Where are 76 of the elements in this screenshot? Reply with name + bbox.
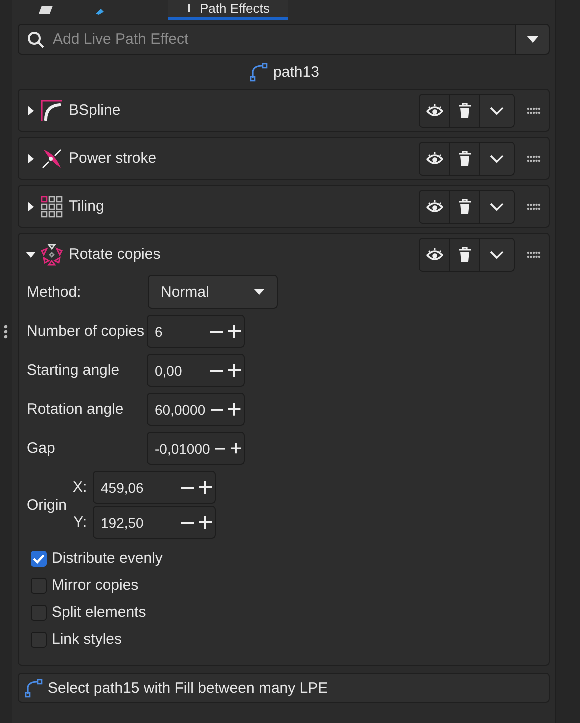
param-label: Rotation angle [27, 401, 125, 418]
caret-icon [526, 36, 538, 43]
trash-icon [458, 246, 472, 262]
checkbox-label: Distribute evenly [52, 550, 163, 567]
search-combo-field[interactable]: Add Live Path Effect [18, 24, 550, 55]
eye-icon [426, 152, 444, 166]
minus-icon[interactable] [210, 408, 224, 410]
plus-icon[interactable] [228, 325, 241, 338]
visibility-button[interactable] [420, 238, 450, 270]
axis-label: X: [73, 479, 87, 496]
checkbox[interactable] [31, 578, 47, 594]
minus-icon[interactable] [215, 448, 226, 450]
spin-field[interactable]: 0,00 [147, 354, 245, 387]
spin-field[interactable]: 192,50 [93, 506, 216, 539]
chevron-down-icon [490, 202, 504, 210]
spin-field[interactable]: 6 [147, 315, 245, 348]
eye-icon [426, 248, 444, 262]
visibility-button[interactable] [420, 94, 450, 126]
trash-icon [458, 102, 472, 118]
effect-name: Tiling [69, 198, 106, 215]
minus-icon[interactable] [210, 370, 223, 372]
visibility-button[interactable] [420, 190, 450, 222]
axis-label: Y: [73, 514, 87, 531]
drag-handle-icon[interactable] [4, 324, 8, 338]
layers-icon [38, 5, 54, 15]
checkbox-label: Link styles [52, 631, 122, 648]
effect-name: Rotate copies [69, 246, 162, 263]
trash-icon [458, 198, 472, 214]
chevron-down-icon [490, 250, 504, 258]
param-label: Gap [27, 440, 56, 457]
object-label: path13 [274, 64, 320, 80]
status-text: Select path15 with Fill between many LPE [48, 680, 328, 696]
bspline-icon [41, 100, 63, 122]
checkbox[interactable] [31, 550, 47, 566]
plus-icon[interactable] [228, 364, 241, 377]
param-label: Number of copies [27, 323, 146, 340]
rotate-copies-icon [41, 244, 63, 266]
checkbox-label: Mirror copies [52, 577, 139, 594]
effect-name: BSpline [69, 102, 122, 119]
minus-icon[interactable] [210, 330, 223, 332]
param-label: Starting angle [27, 362, 121, 379]
minus-icon[interactable] [181, 522, 194, 524]
search-icon [27, 30, 45, 48]
checkbox[interactable] [31, 632, 47, 648]
plus-icon[interactable] [230, 442, 241, 455]
method-dropdown[interactable]: Normal [148, 275, 278, 309]
drag-grip-icon[interactable] [527, 202, 541, 210]
spin-field[interactable]: -0,01000 [147, 432, 245, 465]
spin-field[interactable]: 459,06 [93, 471, 216, 504]
bezier-path-icon [24, 678, 44, 698]
minus-icon[interactable] [181, 486, 194, 488]
power-stroke-icon [41, 148, 63, 170]
checkbox[interactable] [31, 604, 47, 620]
search-field[interactable]: Add Live Path Effect [51, 30, 515, 49]
drag-grip-icon[interactable] [527, 106, 541, 114]
drag-grip-icon[interactable] [527, 154, 541, 162]
caret-icon [254, 289, 265, 295]
dock-tab[interactable]: Path Effects [168, 0, 288, 20]
drag-grip-icon[interactable] [527, 250, 541, 258]
eye-icon [426, 104, 444, 118]
bezier-path-icon [248, 62, 269, 82]
plus-icon[interactable] [199, 481, 212, 494]
spin-field[interactable]: 60,0000 [147, 393, 245, 426]
chevron-down-icon [490, 154, 504, 162]
dropdown-button[interactable] [515, 25, 549, 54]
effect-name: Power stroke [69, 150, 158, 167]
checkbox-label: Split elements [52, 604, 146, 621]
plus-icon[interactable] [228, 403, 241, 416]
trash-icon [458, 150, 472, 166]
plus-icon[interactable] [199, 516, 212, 529]
param-label: Method: [27, 284, 82, 300]
eye-icon [426, 200, 444, 214]
visibility-button[interactable] [420, 142, 450, 174]
param-label: Origin [27, 496, 68, 514]
chevron-down-icon [490, 106, 504, 114]
tiling-grid-icon [41, 196, 63, 218]
